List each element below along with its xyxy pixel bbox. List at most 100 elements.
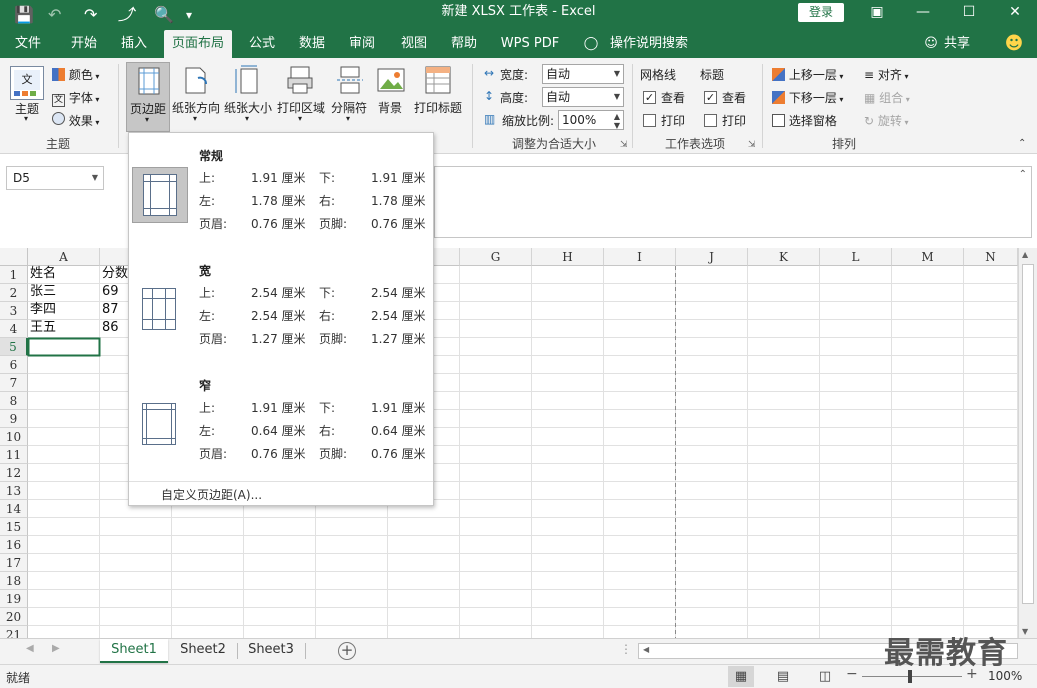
scroll-down-icon[interactable]: ▼ [1022, 627, 1028, 636]
scroll-left-icon[interactable]: ◀ [643, 645, 649, 654]
themes-dropdown-icon[interactable]: ▾ [24, 114, 28, 123]
add-sheet-icon[interactable]: + [338, 642, 356, 660]
dialog-launcher-icon[interactable]: ⇲ [748, 140, 756, 150]
send-backward-button[interactable]: 下移一层 ▾ [772, 89, 843, 106]
vertical-scroll-thumb[interactable] [1022, 264, 1034, 604]
group-button[interactable]: ▦ 组合 ▾ [864, 89, 910, 106]
themes-icon[interactable]: 文 [10, 66, 44, 100]
effects-button[interactable]: 效果 ▾ [52, 112, 99, 129]
row-header[interactable]: 4 [0, 320, 28, 338]
bring-forward-button[interactable]: 上移一层 ▾ [772, 66, 843, 83]
scroll-up-icon[interactable]: ▲ [1022, 250, 1028, 259]
tab-file[interactable]: 文件 [6, 30, 50, 58]
name-box[interactable]: D5 ▼ [6, 166, 104, 190]
zoom-slider-track[interactable] [862, 676, 962, 677]
cell-b2[interactable]: 69 [100, 283, 119, 301]
row-header[interactable]: 2 [0, 284, 28, 302]
column-header[interactable]: H [532, 248, 604, 266]
row-header[interactable]: 18 [0, 572, 28, 590]
zoom-out-icon[interactable]: − [846, 666, 858, 682]
customize-qat-icon[interactable]: ▾ [186, 4, 192, 26]
cell-a3[interactable]: 李四 [28, 301, 56, 319]
cell-a4[interactable]: 王五 [28, 319, 56, 337]
fonts-button[interactable]: 文 字体 ▾ [52, 89, 99, 107]
column-header[interactable]: I [604, 248, 676, 266]
rotate-button[interactable]: ↻ 旋转 ▾ [864, 112, 908, 129]
next-sheet-icon[interactable]: ▶ [52, 643, 60, 654]
column-header[interactable]: N [964, 248, 1018, 266]
page-break-view-icon[interactable]: ◫ [812, 666, 838, 687]
cell-a2[interactable]: 张三 [28, 283, 56, 301]
tab-wps-pdf[interactable]: WPS PDF [498, 30, 562, 58]
tab-view[interactable]: 视图 [392, 30, 436, 58]
print-titles-button[interactable]: 打印标题 [412, 62, 464, 132]
normal-view-icon[interactable]: ▦ [728, 666, 754, 687]
row-header[interactable]: 13 [0, 482, 28, 500]
tab-home[interactable]: 开始 [62, 30, 106, 58]
column-header[interactable]: L [820, 248, 892, 266]
row-header[interactable]: 3 [0, 302, 28, 320]
colors-button[interactable]: 颜色 ▾ [52, 66, 99, 83]
column-header[interactable]: G [460, 248, 532, 266]
scale-spinner[interactable]: 100% ▲ ▼ [558, 110, 624, 130]
name-box-dropdown-icon[interactable]: ▼ [92, 167, 98, 189]
margins-narrow-item[interactable]: 窄 上: 1.91 厘米 下: 1.91 厘米 左: 0.64 厘米 右: 0.… [129, 367, 433, 481]
align-button[interactable]: ≡ 对齐 ▾ [864, 66, 908, 83]
page-layout-view-icon[interactable]: ▤ [770, 666, 796, 687]
row-header[interactable]: 10 [0, 428, 28, 446]
tab-splitter-icon[interactable]: ⋮ [620, 642, 632, 656]
selection-pane-button[interactable]: 选择窗格 [772, 112, 837, 129]
share-button[interactable]: 共享 [940, 30, 974, 58]
sheet-tab-3[interactable]: Sheet3 [238, 639, 304, 663]
login-button[interactable]: 登录 [798, 3, 844, 22]
redo-icon[interactable]: ↷ [84, 4, 97, 26]
minimize-icon[interactable]: — [900, 0, 946, 24]
column-header[interactable]: A [28, 248, 100, 266]
row-header[interactable]: 19 [0, 590, 28, 608]
print-area-button[interactable]: 打印区域 ▾ [276, 62, 326, 132]
column-header[interactable]: J [676, 248, 748, 266]
tab-page-layout[interactable]: 页面布局 [164, 30, 232, 58]
spinner-arrows-icon[interactable]: ▲ ▼ [614, 112, 620, 130]
row-header[interactable]: 17 [0, 554, 28, 572]
custom-margins-item[interactable]: 自定义页边距(A)... [161, 486, 262, 503]
headings-view-checkbox[interactable]: ✓ [704, 91, 717, 104]
tab-data[interactable]: 数据 [290, 30, 334, 58]
column-header[interactable]: K [748, 248, 820, 266]
ribbon-display-icon[interactable]: ▣ [854, 0, 900, 24]
sheet-tab-2[interactable]: Sheet2 [170, 639, 236, 663]
tab-review[interactable]: 审阅 [340, 30, 384, 58]
tell-me-search[interactable]: 操作说明搜索 [606, 30, 692, 58]
width-select[interactable]: 自动 ▼ [542, 64, 624, 84]
height-select[interactable]: 自动 ▼ [542, 87, 624, 107]
collapse-ribbon-icon[interactable]: ⌃ [1018, 138, 1026, 149]
row-header[interactable]: 14 [0, 500, 28, 518]
row-header[interactable]: 12 [0, 464, 28, 482]
cell-b3[interactable]: 87 [100, 301, 119, 319]
orientation-button[interactable]: 纸张方向 ▾ [172, 62, 220, 132]
undo-icon[interactable]: ↶ [48, 4, 61, 26]
close-icon[interactable]: ✕ [992, 0, 1037, 24]
cell-a1[interactable]: 姓名 [28, 265, 56, 283]
collapse-formula-bar-icon[interactable]: ⌃ [1019, 169, 1027, 180]
row-header[interactable]: 15 [0, 518, 28, 536]
print-preview-icon[interactable]: 🔍 [154, 4, 174, 26]
background-button[interactable]: 背景 [374, 62, 408, 132]
select-all-corner[interactable] [0, 248, 28, 266]
row-header[interactable]: 6 [0, 356, 28, 374]
row-header[interactable]: 20 [0, 608, 28, 626]
cell-b1[interactable]: 分数 [100, 265, 128, 283]
gridlines-view-checkbox[interactable]: ✓ [643, 91, 656, 104]
prev-sheet-icon[interactable]: ◀ [26, 643, 34, 654]
column-header[interactable]: M [892, 248, 964, 266]
row-header[interactable]: 11 [0, 446, 28, 464]
tab-formulas[interactable]: 公式 [240, 30, 284, 58]
dialog-launcher-icon[interactable]: ⇲ [620, 140, 628, 150]
breaks-button[interactable]: 分隔符 ▾ [330, 62, 370, 132]
save-icon[interactable]: 💾 [14, 4, 34, 26]
row-header[interactable]: 5 [0, 338, 28, 356]
format-painter-icon[interactable]: ⤴ [118, 4, 134, 26]
margins-button[interactable]: 页边距 ▾ [126, 62, 170, 132]
row-header[interactable]: 21 [0, 626, 28, 638]
headings-print-checkbox[interactable] [704, 114, 717, 127]
